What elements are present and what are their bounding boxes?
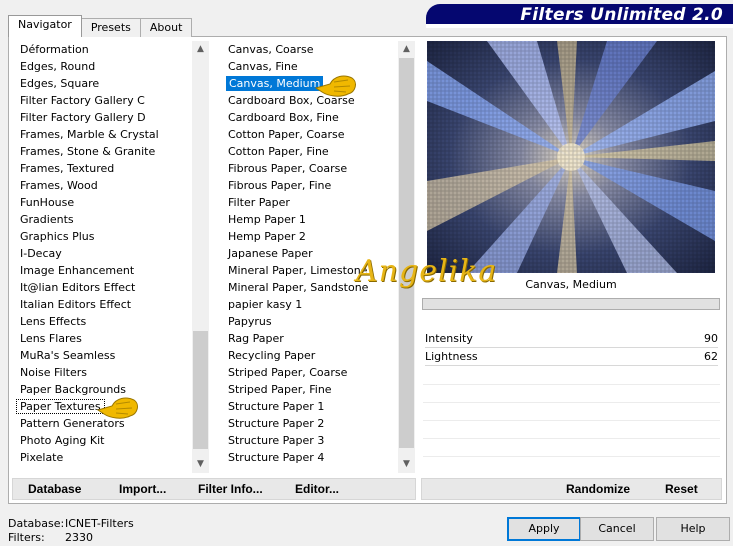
cancel-button[interactable]: Cancel: [580, 517, 654, 541]
category-item[interactable]: Image Enhancement: [16, 262, 192, 279]
filter-item[interactable]: Papyrus: [224, 313, 398, 330]
category-item[interactable]: Lens Flares: [16, 330, 192, 347]
lightness-slider[interactable]: Lightness 62: [423, 348, 720, 366]
filter-item[interactable]: Canvas, Fine: [224, 58, 398, 75]
editor-button[interactable]: Editor...: [295, 482, 339, 496]
filter-item[interactable]: Recycling Paper: [224, 347, 398, 364]
filter-item[interactable]: Structure Paper 2: [224, 415, 398, 432]
scroll-thumb[interactable]: [399, 58, 414, 448]
database-toolbar: Database Import... Filter Info... Editor…: [12, 478, 416, 500]
slider-label: Lightness: [425, 350, 478, 363]
category-item[interactable]: Frames, Stone & Granite: [16, 143, 192, 160]
category-scrollbar[interactable]: ▲ ▼: [192, 41, 209, 473]
category-item[interactable]: Lens Effects: [16, 313, 192, 330]
separator-bar: [422, 298, 720, 310]
scroll-down-icon[interactable]: ▼: [398, 456, 415, 473]
filter-item[interactable]: Rag Paper: [224, 330, 398, 347]
filter-item[interactable]: Hemp Paper 2: [224, 228, 398, 245]
filter-info-button[interactable]: Filter Info...: [198, 482, 263, 496]
empty-slider-row: [423, 402, 720, 403]
preview-texture: [427, 41, 715, 273]
category-item[interactable]: It@lian Editors Effect: [16, 279, 192, 296]
pointing-hand-icon: [96, 397, 138, 419]
filter-item-selected[interactable]: Canvas, Medium: [224, 75, 398, 92]
empty-slider-row: [423, 438, 720, 439]
database-value: ICNET-Filters: [65, 517, 134, 530]
filter-selected-label: Canvas, Medium: [226, 76, 324, 91]
slider-value: 90: [704, 332, 718, 345]
category-item[interactable]: Photo Aging Kit: [16, 432, 192, 449]
randomize-button[interactable]: Randomize: [566, 482, 630, 496]
filter-item[interactable]: Structure Paper 1: [224, 398, 398, 415]
category-item[interactable]: Italian Editors Effect: [16, 296, 192, 313]
title-banner: Filters Unlimited 2.0: [426, 4, 733, 28]
help-button[interactable]: Help: [656, 517, 730, 541]
category-item[interactable]: Gradients: [16, 211, 192, 228]
filter-item[interactable]: Filter Paper: [224, 194, 398, 211]
tab-presets[interactable]: Presets: [80, 18, 141, 37]
filter-item[interactable]: Cotton Paper, Coarse: [224, 126, 398, 143]
preview-image: [427, 41, 715, 273]
category-item[interactable]: Pixelate: [16, 449, 192, 466]
category-item[interactable]: Graphics Plus: [16, 228, 192, 245]
filter-item[interactable]: Structure Paper 4: [224, 449, 398, 466]
category-item[interactable]: FunHouse: [16, 194, 192, 211]
category-item[interactable]: Noise Filters: [16, 364, 192, 381]
category-item[interactable]: Edges, Round: [16, 58, 192, 75]
filters-count-label: Filters:: [8, 531, 45, 544]
filter-item[interactable]: Hemp Paper 1: [224, 211, 398, 228]
filter-item[interactable]: papier kasy 1: [224, 296, 398, 313]
apply-button[interactable]: Apply: [507, 517, 581, 541]
status-info: Database:ICNET-Filters Filters: 2330: [8, 517, 134, 545]
intensity-slider[interactable]: Intensity 90: [423, 330, 720, 348]
filter-item[interactable]: Canvas, Coarse: [224, 41, 398, 58]
tab-strip: Navigator Presets About: [8, 15, 193, 37]
filter-item[interactable]: Fibrous Paper, Fine: [224, 177, 398, 194]
filter-item[interactable]: Structure Paper 3: [224, 432, 398, 449]
category-item[interactable]: Edges, Square: [16, 75, 192, 92]
tab-navigator[interactable]: Navigator: [8, 15, 82, 37]
category-item[interactable]: I-Decay: [16, 245, 192, 262]
category-item[interactable]: Frames, Marble & Crystal: [16, 126, 192, 143]
empty-slider-row: [423, 456, 720, 457]
scroll-thumb[interactable]: [193, 331, 208, 449]
empty-slider-row: [423, 384, 720, 385]
parameter-panel: Intensity 90 Lightness 62: [421, 312, 722, 472]
category-item[interactable]: Frames, Wood: [16, 177, 192, 194]
app-title: Filters Unlimited 2.0: [520, 5, 723, 25]
database-label: Database:: [8, 517, 65, 530]
slider-label: Intensity: [425, 332, 473, 345]
database-button[interactable]: Database: [28, 482, 81, 496]
pointing-hand-icon: [314, 75, 356, 97]
category-item[interactable]: MuRa's Seamless: [16, 347, 192, 364]
slider-value: 62: [704, 350, 718, 363]
category-item[interactable]: Filter Factory Gallery D: [16, 109, 192, 126]
tab-about[interactable]: About: [139, 18, 193, 37]
filter-item[interactable]: Striped Paper, Fine: [224, 381, 398, 398]
category-item[interactable]: Filter Factory Gallery C: [16, 92, 192, 109]
filter-item[interactable]: Cotton Paper, Fine: [224, 143, 398, 160]
filter-item[interactable]: Cardboard Box, Coarse: [224, 92, 398, 109]
category-item[interactable]: Déformation: [16, 41, 192, 58]
filters-count-value: 2330: [65, 531, 93, 544]
scroll-up-icon[interactable]: ▲: [398, 41, 415, 58]
import-button[interactable]: Import...: [119, 482, 166, 496]
category-selected-label: Paper Textures: [16, 399, 105, 414]
category-item[interactable]: Frames, Textured: [16, 160, 192, 177]
slider-track[interactable]: [425, 365, 718, 366]
empty-slider-row: [423, 420, 720, 421]
scroll-up-icon[interactable]: ▲: [192, 41, 209, 58]
filter-item[interactable]: Striped Paper, Coarse: [224, 364, 398, 381]
current-filter-name: Canvas, Medium: [525, 278, 617, 291]
scroll-down-icon[interactable]: ▼: [192, 456, 209, 473]
filter-item[interactable]: Cardboard Box, Fine: [224, 109, 398, 126]
parameter-toolbar: Randomize Reset: [421, 478, 722, 500]
filter-item[interactable]: Fibrous Paper, Coarse: [224, 160, 398, 177]
reset-button[interactable]: Reset: [665, 482, 698, 496]
